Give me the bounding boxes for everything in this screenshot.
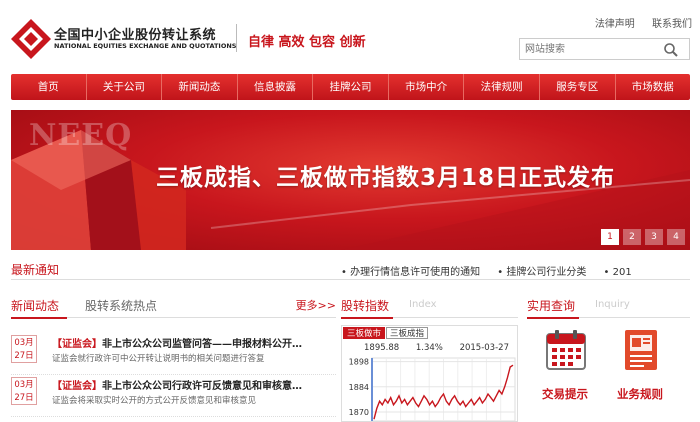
- news-date-day: 27日: [14, 351, 34, 361]
- main-nav: 首页 关于公司 新闻动态 信息披露 挂牌公司 市场中介 法律规则 服务专区 市场…: [11, 74, 690, 100]
- contact-us-link[interactable]: 联系我们: [652, 19, 692, 30]
- banner-carousel[interactable]: NEEQ 三板成指、三板做市指数3月18日正式发布 1 2 3 4: [11, 110, 690, 250]
- nav-disclosure[interactable]: 信息披露: [238, 74, 314, 100]
- nav-news[interactable]: 新闻动态: [162, 74, 238, 100]
- news-date: 03月 27日: [11, 377, 37, 405]
- notice-ticker: • 办理行情信息许可使用的通知 • 挂牌公司行业分类 • 201: [341, 263, 690, 278]
- search-icon[interactable]: [663, 42, 679, 58]
- news-summary: 证监会将采取实时公开的方式公开反馈意见和审核意见: [52, 396, 257, 406]
- index-title: 股转指数: [341, 299, 390, 313]
- index-section-header: 股转指数 Index: [341, 296, 518, 319]
- notice-bar: 最新通知 • 办理行情信息许可使用的通知 • 挂牌公司行业分类 • 201: [11, 260, 690, 280]
- banner-page-1[interactable]: 1: [601, 229, 619, 245]
- news-date-month: 03月: [14, 338, 34, 348]
- index-tab-composite[interactable]: 三板成指: [386, 327, 429, 339]
- calendar-icon: [546, 330, 586, 370]
- nav-about[interactable]: 关于公司: [87, 74, 163, 100]
- index-date: 2015-03-27: [459, 343, 509, 353]
- index-chart-panel: 三板做市 三板成指 1895.88 1.34% 2015-03-27 1898 1…: [341, 325, 518, 422]
- index-tabs: 三板做市 三板成指: [343, 327, 429, 339]
- trading-tips-label: 交易提示: [542, 387, 588, 401]
- notice-item[interactable]: • 挂牌公司行业分类: [497, 267, 586, 278]
- tab-news[interactable]: 新闻动态: [11, 297, 59, 314]
- business-rules-label: 业务规则: [617, 387, 663, 401]
- banner-page-3[interactable]: 3: [645, 229, 663, 245]
- tab-hot-topics[interactable]: 股转系统热点: [85, 297, 157, 314]
- nav-rules[interactable]: 法律规则: [464, 74, 540, 100]
- index-tab-market-making[interactable]: 三板做市: [343, 327, 386, 339]
- chart-y-tick: 1870: [349, 408, 369, 417]
- nav-market-data[interactable]: 市场数据: [616, 74, 691, 100]
- index-value: 1895.88: [364, 343, 400, 353]
- news-title[interactable]: 【证监会】非上市公众公司监管问答——申报材料公开…: [52, 335, 336, 350]
- nav-listed-companies[interactable]: 挂牌公司: [313, 74, 389, 100]
- news-item[interactable]: 03月 27日 【证监会】非上市公众公司监管问答——申报材料公开… 证监会就行政…: [11, 335, 336, 375]
- search-input[interactable]: [525, 41, 660, 57]
- page: 全国中小企业股份转让系统 NATIONAL EQUITIES EXCHANGE …: [0, 0, 700, 422]
- banner-pager: 1 2 3 4: [597, 229, 685, 245]
- news-date-day: 27日: [14, 393, 34, 403]
- banner-page-2[interactable]: 2: [623, 229, 641, 245]
- inquiry-title-en: Inquiry: [595, 299, 630, 310]
- search-box: [519, 38, 690, 60]
- notice-item[interactable]: • 办理行情信息许可使用的通知: [341, 267, 480, 278]
- index-title-en: Index: [409, 299, 437, 310]
- neeq-logo-icon[interactable]: [11, 19, 51, 59]
- notice-item[interactable]: • 201: [604, 267, 632, 278]
- document-icon: [625, 330, 657, 370]
- active-tab-indicator: [11, 317, 67, 319]
- news-tag: 【证监会】: [52, 339, 102, 350]
- news-date: 03月 27日: [11, 335, 37, 363]
- trading-tips-button[interactable]: 交易提示: [530, 328, 600, 408]
- nav-home[interactable]: 首页: [11, 74, 87, 100]
- banner-page-4[interactable]: 4: [667, 229, 685, 245]
- banner-title: 三板成指、三板做市指数3月18日正式发布: [155, 165, 615, 191]
- logo-text-en: NATIONAL EQUITIES EXCHANGE AND QUOTATION…: [54, 42, 237, 50]
- chart-y-tick: 1898: [349, 358, 369, 367]
- notice-title: 最新通知: [11, 263, 60, 277]
- news-title[interactable]: 【证监会】非上市公众公司行政许可反馈意见和审核意…: [52, 377, 336, 392]
- news-title-text: 非上市公众公司行政许可反馈意见和审核意…: [102, 381, 302, 392]
- more-news-link[interactable]: 更多>>: [296, 297, 336, 313]
- index-line-chart[interactable]: 1898 1884 1870: [342, 354, 519, 422]
- active-tab-indicator: [527, 317, 579, 319]
- logo-text-cn: 全国中小企业股份转让系统: [54, 28, 217, 43]
- legal-notice-link[interactable]: 法律声明: [595, 19, 635, 30]
- header: 全国中小企业股份转让系统 NATIONAL EQUITIES EXCHANGE …: [0, 0, 700, 70]
- news-title-text: 非上市公众公司监管问答——申报材料公开…: [102, 339, 302, 350]
- banner-watermark: NEEQ: [29, 118, 133, 153]
- inquiry-section-header: 实用查询 Inquiry: [527, 296, 690, 319]
- nav-intermediaries[interactable]: 市场中介: [389, 74, 465, 100]
- news-section-header: 新闻动态 股转系统热点 更多>>: [11, 296, 336, 319]
- active-tab-indicator: [341, 317, 393, 319]
- logo-divider: [236, 24, 237, 52]
- chart-y-tick: 1884: [349, 383, 369, 392]
- slogan: 自律 高效 包容 创新: [248, 35, 366, 50]
- news-tag: 【证监会】: [52, 381, 102, 392]
- index-readout: 1895.88 1.34% 2015-03-27: [364, 343, 523, 353]
- nav-services[interactable]: 服务专区: [540, 74, 616, 100]
- news-summary: 证监会就行政许可中公开转让说明书的相关问题进行答复: [52, 354, 265, 364]
- news-item[interactable]: 03月 27日 【证监会】非上市公众公司行政许可反馈意见和审核意… 证监会将采取…: [11, 377, 336, 417]
- business-rules-button[interactable]: 业务规则: [605, 328, 675, 408]
- inquiry-title: 实用查询: [527, 299, 576, 313]
- news-date-month: 03月: [14, 380, 34, 390]
- top-links: 法律声明 联系我们: [581, 15, 692, 30]
- index-change: 1.34%: [415, 343, 443, 353]
